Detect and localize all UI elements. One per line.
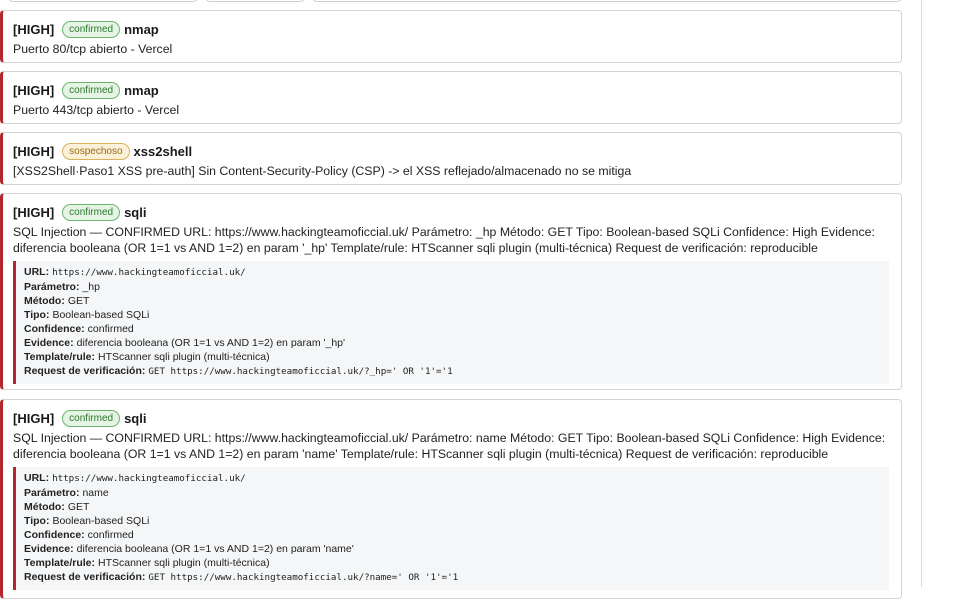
finding-header: [HIGH] confirmed nmap	[13, 20, 891, 39]
detail-template: Template/rule: HTScanner sqli plugin (mul…	[24, 557, 270, 569]
status-badge: confirmed	[62, 82, 121, 99]
finding-description: SQL Injection — CONFIRMED URL: https://w…	[13, 431, 886, 461]
top-control-middle[interactable]	[205, 0, 305, 2]
finding-header: [HIGH] confirmed sqli	[13, 203, 891, 222]
finding-details: URL: https://www.hackingteamoficcial.uk/ …	[13, 467, 889, 590]
detail-param: Parámetro: name	[24, 487, 109, 499]
tool-name: sqli	[124, 411, 147, 426]
finding-card[interactable]: [HIGH] confirmed nmap Puerto 80/tcp abie…	[0, 10, 902, 63]
detail-request: Request de verificación: GET https://www.…	[24, 365, 453, 377]
severity-label: [HIGH]	[13, 22, 55, 37]
finding-header: [HIGH] confirmed nmap	[13, 81, 891, 100]
status-badge: sospechoso	[62, 143, 130, 160]
status-badge: confirmed	[62, 410, 121, 427]
status-badge: confirmed	[62, 21, 121, 38]
finding-card[interactable]: [HIGH] confirmed sqli SQL Injection — CO…	[0, 193, 902, 390]
detail-type: Tipo: Boolean-based SQLi	[24, 515, 150, 527]
tool-name: xss2shell	[133, 144, 193, 159]
detail-confidence: Confidence: confirmed	[24, 323, 134, 335]
finding-card[interactable]: [HIGH] sospechoso xss2shell [XSS2Shell·P…	[0, 132, 902, 185]
severity-label: [HIGH]	[13, 83, 55, 98]
severity-label: [HIGH]	[13, 205, 55, 220]
detail-param: Parámetro: _hp	[24, 281, 100, 293]
finding-description: Puerto 443/tcp abierto - Vercel	[13, 103, 180, 117]
top-control-right[interactable]	[312, 0, 902, 2]
finding-card[interactable]: [HIGH] confirmed sqli SQL Injection — CO…	[0, 399, 902, 599]
tool-name: sqli	[124, 205, 147, 220]
finding-description: SQL Injection — CONFIRMED URL: https://w…	[13, 225, 875, 255]
detail-method: Método: GET	[24, 295, 90, 307]
severity-label: [HIGH]	[13, 144, 55, 159]
detail-evidence: Evidence: diferencia booleana (OR 1=1 vs …	[24, 543, 354, 555]
tool-name: nmap	[124, 22, 159, 37]
top-control-left[interactable]	[8, 0, 198, 2]
detail-template: Template/rule: HTScanner sqli plugin (mul…	[24, 351, 270, 363]
finding-description: Puerto 80/tcp abierto - Vercel	[13, 42, 173, 56]
finding-header: [HIGH] confirmed sqli	[13, 409, 891, 428]
status-badge: confirmed	[62, 204, 121, 221]
detail-request: Request de verificación: GET https://www.…	[24, 571, 459, 583]
detail-url: URL: https://www.hackingteamoficcial.uk/	[24, 266, 246, 278]
severity-label: [HIGH]	[13, 411, 55, 426]
finding-header: [HIGH] sospechoso xss2shell	[13, 142, 891, 161]
detail-method: Método: GET	[24, 501, 90, 513]
finding-description: [XSS2Shell·Paso1 XSS pre-auth] Sin Conte…	[13, 164, 632, 178]
detail-evidence: Evidence: diferencia booleana (OR 1=1 vs …	[24, 337, 346, 349]
tool-name: nmap	[124, 83, 159, 98]
finding-details: URL: https://www.hackingteamoficcial.uk/ …	[13, 261, 889, 384]
detail-confidence: Confidence: confirmed	[24, 529, 134, 541]
finding-card[interactable]: [HIGH] confirmed nmap Puerto 443/tcp abi…	[0, 71, 902, 124]
panel-divider	[921, 0, 922, 587]
detail-url: URL: https://www.hackingteamoficcial.uk/	[24, 472, 246, 484]
detail-type: Tipo: Boolean-based SQLi	[24, 309, 150, 321]
